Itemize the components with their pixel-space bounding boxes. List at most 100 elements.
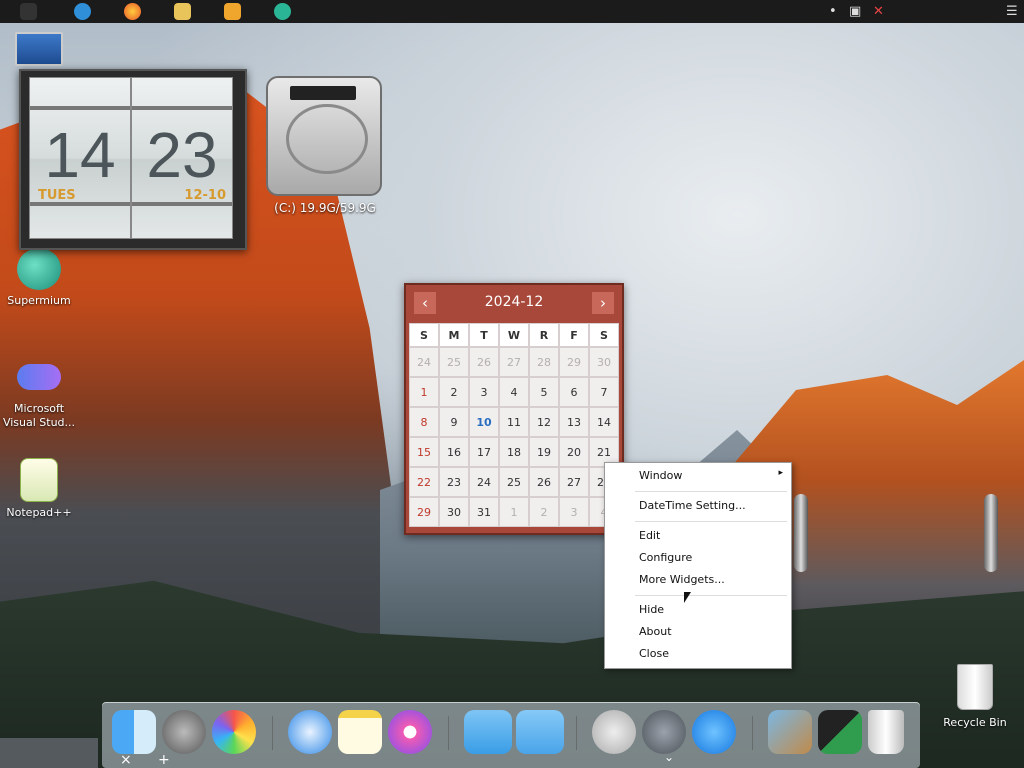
calendar-day[interactable]: 30 xyxy=(589,347,619,377)
itunes-icon[interactable] xyxy=(388,710,432,754)
calendar-day[interactable]: 22 xyxy=(409,467,439,497)
calendar-weekday: R xyxy=(529,323,559,347)
flip-clock-widget[interactable]: 14 TUES 23 12-10 xyxy=(19,69,247,250)
media-player-icon[interactable] xyxy=(224,3,241,20)
calendar-day[interactable]: 2 xyxy=(529,497,559,527)
calendar-day[interactable]: 8 xyxy=(409,407,439,437)
calendar-day[interactable]: 25 xyxy=(439,347,469,377)
file-explorer-icon[interactable] xyxy=(174,3,191,20)
calendar-day[interactable]: 15 xyxy=(409,437,439,467)
hard-drive-widget[interactable] xyxy=(266,76,382,196)
clock-day: TUES xyxy=(38,188,76,203)
calendar-day[interactable]: 2 xyxy=(439,377,469,407)
desktop-icon-computer[interactable] xyxy=(0,32,78,70)
submenu-arrow-icon: ▸ xyxy=(778,468,783,478)
calendar-day[interactable]: 26 xyxy=(529,467,559,497)
supermium-icon xyxy=(17,248,61,290)
apple-icon[interactable] xyxy=(20,3,37,20)
calendar-day[interactable]: 13 xyxy=(559,407,589,437)
calendar-day[interactable]: 29 xyxy=(559,347,589,377)
clock-date: 12-10 xyxy=(184,188,226,203)
calendar-day[interactable]: 19 xyxy=(529,437,559,467)
calendar-widget[interactable]: ‹ 2024-12 › S M T W R F S 24 25 26 27 28 29 30 1 2 3 4 5 6 7… xyxy=(404,283,624,535)
calendar-weekday: S xyxy=(589,323,619,347)
calendar-day[interactable]: 18 xyxy=(499,437,529,467)
network-icon[interactable]: ▣ xyxy=(849,4,861,19)
firefox-icon[interactable] xyxy=(124,3,141,20)
menu-item-window[interactable]: Window xyxy=(639,469,682,482)
chevron-down-icon[interactable]: ⌄ xyxy=(664,750,674,764)
launchpad-icon[interactable] xyxy=(642,710,686,754)
clock-hour-card: 14 TUES xyxy=(29,77,131,239)
calendar-week-row: 8 9 10 11 12 13 14 xyxy=(409,407,619,437)
calendar-day[interactable]: 1 xyxy=(409,377,439,407)
notes-icon[interactable] xyxy=(338,710,382,754)
calendar-day[interactable]: 28 xyxy=(529,347,559,377)
applications-folder-icon[interactable] xyxy=(516,710,564,754)
calendar-header: ‹ 2024-12 › xyxy=(406,285,622,321)
menu-item-hide[interactable]: Hide xyxy=(639,603,664,616)
desktop-icon-supermium[interactable]: Supermium xyxy=(0,248,78,308)
folder-icon[interactable] xyxy=(464,710,512,754)
dock: × + ⌄ xyxy=(102,702,920,768)
calendar-day[interactable]: 7 xyxy=(589,377,619,407)
chevron-right-icon[interactable]: › xyxy=(592,292,614,314)
calendar-day[interactable]: 25 xyxy=(499,467,529,497)
calendar-day[interactable]: 14 xyxy=(589,407,619,437)
calendar-day[interactable]: 5 xyxy=(529,377,559,407)
system-preferences-icon[interactable] xyxy=(162,710,206,754)
calendar-day[interactable]: 24 xyxy=(469,467,499,497)
calendar-day[interactable]: 27 xyxy=(559,467,589,497)
menu-item-about[interactable]: About xyxy=(639,625,672,638)
photos-icon[interactable] xyxy=(212,710,256,754)
calendar-day[interactable]: 1 xyxy=(499,497,529,527)
preview-icon[interactable] xyxy=(768,710,812,754)
menu-item-close[interactable]: Close xyxy=(639,647,669,660)
dock-add-button[interactable]: + xyxy=(158,752,170,768)
calendar-day[interactable]: 31 xyxy=(469,497,499,527)
menu-item-configure[interactable]: Configure xyxy=(639,551,692,564)
calendar-day[interactable]: 3 xyxy=(559,497,589,527)
desktop-icon-visual-studio[interactable]: Microsoft Visual Stud... xyxy=(0,358,78,430)
dock-close-button[interactable]: × xyxy=(120,752,132,768)
menu-item-edit[interactable]: Edit xyxy=(639,529,660,542)
desktop-icon-recycle-bin[interactable]: Recycle Bin xyxy=(940,664,1010,729)
calendar-day[interactable]: 20 xyxy=(559,437,589,467)
calendar-day[interactable]: 9 xyxy=(439,407,469,437)
volume-muted-icon[interactable]: ✕ xyxy=(873,4,884,19)
visual-studio-icon xyxy=(17,364,61,390)
calendar-weekday: F xyxy=(559,323,589,347)
calendar-day[interactable]: 11 xyxy=(499,407,529,437)
calendar-day[interactable]: 4 xyxy=(499,377,529,407)
calendar-day[interactable]: 23 xyxy=(439,467,469,497)
calendar-day[interactable]: 24 xyxy=(409,347,439,377)
clock-minute-card: 23 12-10 xyxy=(131,77,233,239)
calendar-day[interactable]: 27 xyxy=(499,347,529,377)
widgets-icon[interactable] xyxy=(818,710,862,754)
calendar-day[interactable]: 17 xyxy=(469,437,499,467)
internet-explorer-icon[interactable] xyxy=(74,3,91,20)
trash-icon[interactable] xyxy=(868,710,904,754)
calendar-day[interactable]: 10 xyxy=(469,407,499,437)
supermium-icon[interactable] xyxy=(274,3,291,20)
desktop-icon-notepad-plus-plus[interactable]: Notepad++ xyxy=(0,458,78,520)
menu-item-more-widgets[interactable]: More Widgets... xyxy=(639,573,725,586)
mouse-cursor-icon xyxy=(684,592,691,603)
calendar-day[interactable]: 12 xyxy=(529,407,559,437)
calendar-day[interactable]: 6 xyxy=(559,377,589,407)
app-store-icon[interactable] xyxy=(692,710,736,754)
widget-handle-right[interactable] xyxy=(984,494,998,572)
safari-icon[interactable] xyxy=(288,710,332,754)
power-icon[interactable] xyxy=(592,710,636,754)
menu-icon[interactable]: ☰ xyxy=(1006,4,1018,19)
calendar-day[interactable]: 26 xyxy=(469,347,499,377)
calendar-day[interactable]: 16 xyxy=(439,437,469,467)
calendar-weekday-row: SMTWRFS xyxy=(409,323,619,347)
widget-handle-left[interactable] xyxy=(794,494,808,572)
dot-icon[interactable]: • xyxy=(829,4,837,19)
menu-item-datetime-setting[interactable]: DateTime Setting... xyxy=(639,499,746,512)
finder-icon[interactable] xyxy=(112,710,156,754)
calendar-day[interactable]: 29 xyxy=(409,497,439,527)
calendar-day[interactable]: 3 xyxy=(469,377,499,407)
calendar-day[interactable]: 30 xyxy=(439,497,469,527)
